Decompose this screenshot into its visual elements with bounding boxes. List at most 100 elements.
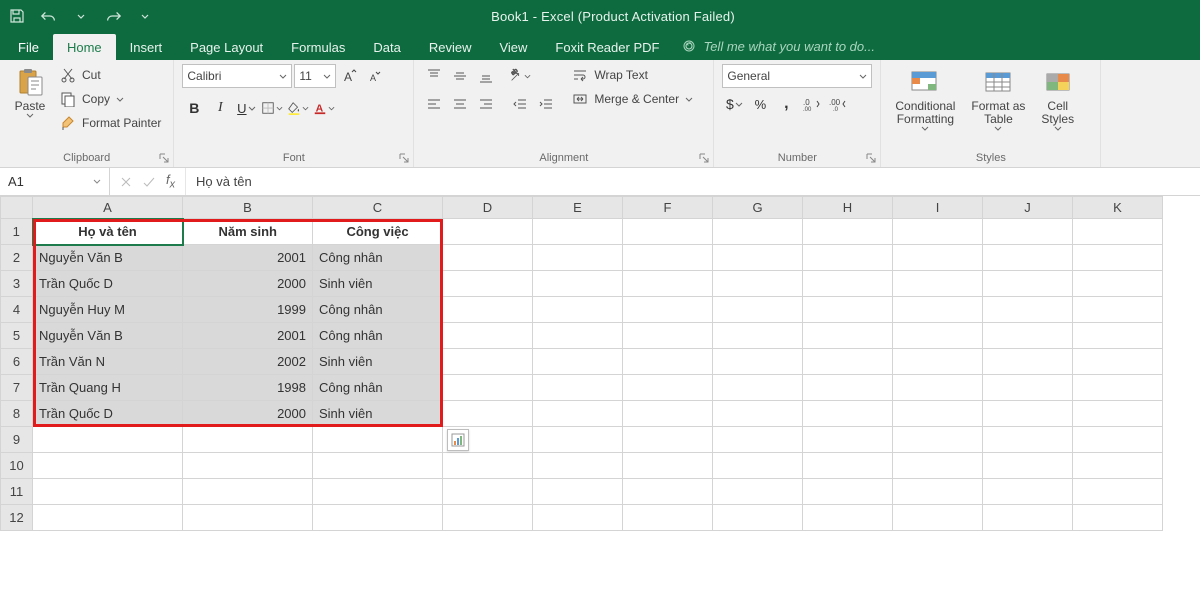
cell-B1[interactable]: Năm sinh [183, 219, 313, 245]
clipboard-dialog-launcher-icon[interactable] [159, 153, 171, 165]
cell-B8[interactable]: 2000 [183, 401, 313, 427]
align-middle-icon[interactable] [448, 64, 472, 88]
cell-I10[interactable] [893, 453, 983, 479]
row-header-11[interactable]: 11 [1, 479, 33, 505]
cell-J1[interactable] [983, 219, 1073, 245]
cell-D2[interactable] [443, 245, 533, 271]
tab-foxit[interactable]: Foxit Reader PDF [541, 34, 673, 60]
cell-J4[interactable] [983, 297, 1073, 323]
undo-caret-icon[interactable] [72, 7, 90, 25]
align-left-icon[interactable] [422, 92, 446, 116]
cell-F10[interactable] [623, 453, 713, 479]
fill-color-button[interactable] [286, 96, 310, 120]
row-header-8[interactable]: 8 [1, 401, 33, 427]
cell-F2[interactable] [623, 245, 713, 271]
cell-D12[interactable] [443, 505, 533, 531]
cell-B3[interactable]: 2000 [183, 271, 313, 297]
cell-I5[interactable] [893, 323, 983, 349]
cell-D10[interactable] [443, 453, 533, 479]
cell-I4[interactable] [893, 297, 983, 323]
conditional-formatting-button[interactable]: Conditional Formatting [889, 64, 961, 133]
cell-F5[interactable] [623, 323, 713, 349]
cell-A1[interactable]: Họ và tên [33, 219, 183, 245]
row-header-5[interactable]: 5 [1, 323, 33, 349]
cell-I3[interactable] [893, 271, 983, 297]
cell-J7[interactable] [983, 375, 1073, 401]
decrease-font-icon[interactable]: A [364, 64, 388, 88]
cell-K1[interactable] [1073, 219, 1163, 245]
cell-C5[interactable]: Công nhân [313, 323, 443, 349]
font-dialog-launcher-icon[interactable] [399, 153, 411, 165]
cell-B6[interactable]: 2002 [183, 349, 313, 375]
align-center-icon[interactable] [448, 92, 472, 116]
cell-H11[interactable] [803, 479, 893, 505]
cell-K12[interactable] [1073, 505, 1163, 531]
align-right-icon[interactable] [474, 92, 498, 116]
row-header-10[interactable]: 10 [1, 453, 33, 479]
format-painter-button[interactable]: Format Painter [56, 112, 165, 134]
cell-I8[interactable] [893, 401, 983, 427]
cell-G12[interactable] [713, 505, 803, 531]
col-header-B[interactable]: B [183, 197, 313, 219]
row-header-3[interactable]: 3 [1, 271, 33, 297]
cut-button[interactable]: Cut [56, 64, 165, 86]
cell-E8[interactable] [533, 401, 623, 427]
col-header-A[interactable]: A [33, 197, 183, 219]
cell-A8[interactable]: Trần Quốc D [33, 401, 183, 427]
cell-K3[interactable] [1073, 271, 1163, 297]
paste-button[interactable]: Paste [8, 64, 52, 120]
cell-E6[interactable] [533, 349, 623, 375]
tab-view[interactable]: View [485, 34, 541, 60]
cell-G3[interactable] [713, 271, 803, 297]
cell-H7[interactable] [803, 375, 893, 401]
cell-A7[interactable]: Trần Quang H [33, 375, 183, 401]
cell-A12[interactable] [33, 505, 183, 531]
cell-K6[interactable] [1073, 349, 1163, 375]
fx-icon[interactable]: fx [166, 172, 175, 191]
increase-indent-icon[interactable] [534, 92, 558, 116]
cell-H3[interactable] [803, 271, 893, 297]
cell-B9[interactable] [183, 427, 313, 453]
row-header-6[interactable]: 6 [1, 349, 33, 375]
cell-K4[interactable] [1073, 297, 1163, 323]
cell-D1[interactable] [443, 219, 533, 245]
merge-center-button[interactable]: Merge & Center [568, 88, 697, 110]
row-header-12[interactable]: 12 [1, 505, 33, 531]
cell-G5[interactable] [713, 323, 803, 349]
cell-C12[interactable] [313, 505, 443, 531]
cell-G4[interactable] [713, 297, 803, 323]
orientation-icon[interactable]: ab [508, 64, 532, 88]
bold-button[interactable]: B [182, 96, 206, 120]
increase-decimal-icon[interactable]: .0.00 [800, 92, 824, 116]
cell-G7[interactable] [713, 375, 803, 401]
col-header-F[interactable]: F [623, 197, 713, 219]
cell-D6[interactable] [443, 349, 533, 375]
cell-C1[interactable]: Công việc [313, 219, 443, 245]
cell-A4[interactable]: Nguyễn Huy M [33, 297, 183, 323]
cell-H5[interactable] [803, 323, 893, 349]
cell-F12[interactable] [623, 505, 713, 531]
cell-D3[interactable] [443, 271, 533, 297]
cancel-formula-icon[interactable] [120, 176, 132, 188]
redo-icon[interactable] [104, 7, 122, 25]
cell-K5[interactable] [1073, 323, 1163, 349]
cell-I1[interactable] [893, 219, 983, 245]
cell-G2[interactable] [713, 245, 803, 271]
tab-home[interactable]: Home [53, 34, 116, 60]
alignment-dialog-launcher-icon[interactable] [699, 153, 711, 165]
cell-C2[interactable]: Công nhân [313, 245, 443, 271]
cell-H6[interactable] [803, 349, 893, 375]
tab-data[interactable]: Data [359, 34, 414, 60]
cell-B12[interactable] [183, 505, 313, 531]
cell-E2[interactable] [533, 245, 623, 271]
cell-K7[interactable] [1073, 375, 1163, 401]
cell-J11[interactable] [983, 479, 1073, 505]
cell-G1[interactable] [713, 219, 803, 245]
cell-J2[interactable] [983, 245, 1073, 271]
cell-C4[interactable]: Công nhân [313, 297, 443, 323]
cell-C11[interactable] [313, 479, 443, 505]
cell-E4[interactable] [533, 297, 623, 323]
tab-review[interactable]: Review [415, 34, 486, 60]
cell-I6[interactable] [893, 349, 983, 375]
enter-formula-icon[interactable] [142, 176, 156, 188]
